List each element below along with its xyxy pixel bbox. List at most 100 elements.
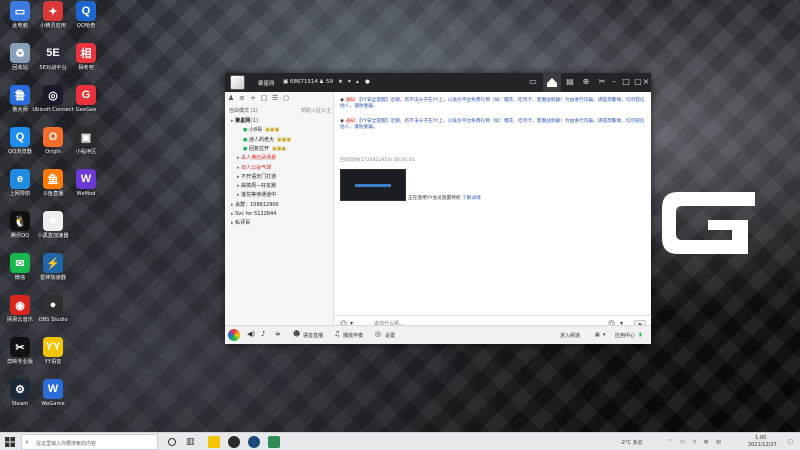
video-icon[interactable]: ▭ (528, 77, 538, 87)
list-icon[interactable]: ☰ (271, 94, 279, 102)
member-icon[interactable]: ♟ (227, 94, 235, 102)
yy-window[interactable]: 聚星网 ▣ 68671514 ♟ 59 ★ ✦ ▴ ● ▭ ▤ ⊕ ✂ – □ … (225, 73, 651, 344)
add-icon[interactable]: + (249, 94, 257, 102)
chart-icon[interactable]: ▤ (565, 77, 575, 87)
cortana-icon[interactable] (168, 438, 176, 446)
host-label[interactable]: 语音直播 (303, 332, 323, 339)
desktop-icon[interactable]: ▣ 小程序区 (68, 127, 104, 156)
star-icon[interactable]: ★ (338, 79, 343, 85)
search-icon[interactable]: ○ (282, 94, 290, 102)
dropdown-caret-icon[interactable]: ▾ (603, 332, 606, 338)
desktop-icon[interactable]: ♻ 回收站 (2, 43, 38, 72)
desktop-icon[interactable]: W WeMod (68, 169, 104, 198)
clock-date[interactable]: 2021/12/27 (748, 442, 777, 448)
yy-taskbar-icon[interactable] (208, 436, 220, 448)
geegee-icon: G (76, 85, 96, 105)
clock-time[interactable]: 1:00 (755, 435, 766, 441)
desktop-icon[interactable]: ✦ 小精灵应用 (35, 1, 71, 30)
tray-app-icon[interactable]: ◍ (704, 439, 708, 445)
desktop-icon[interactable]: ⚙ Steam (2, 379, 38, 408)
desktop-icon[interactable]: ▭ 此电脑 (2, 1, 38, 30)
desktop-icon[interactable]: 5E 5E对战平台 (35, 43, 71, 72)
desktop-icon-label: Steam (11, 401, 29, 407)
apps-label[interactable]: 应用中心 (615, 332, 635, 339)
home-tab[interactable] (543, 73, 561, 92)
desktop-icon[interactable]: ◉ 网易云音乐 (2, 295, 38, 324)
info-icon[interactable]: ● (365, 79, 370, 85)
desktop-icon-label: 剪映专业版 (7, 359, 33, 365)
mode-row[interactable]: 自由模式 (1) 帮助入驻公主 (225, 107, 334, 115)
desktop-icon[interactable]: e 上网导航 (2, 169, 38, 198)
steam-taskbar-icon[interactable] (248, 436, 260, 448)
channel-row[interactable]: ▸ 聚星网(1) (225, 117, 334, 125)
fav-icon[interactable]: ✦ (347, 79, 352, 85)
desktop-icon[interactable]: 相相考吧 (68, 43, 104, 72)
desktop-icon[interactable]: YY YY语音 (35, 337, 71, 366)
channel-row-label: 迷人的老大 (248, 136, 274, 143)
minimize-icon[interactable]: – (609, 77, 619, 87)
desktop-icon-label: 回收站 (12, 65, 28, 71)
video-thumbnail[interactable] (340, 169, 406, 201)
tray-caret-icon[interactable]: ⌃ (668, 439, 672, 445)
speaker-icon[interactable]: ◁ (692, 439, 696, 445)
weather-text[interactable]: -2°C 多云 (620, 439, 643, 446)
network-icon[interactable]: ▭ (680, 439, 685, 445)
yy-titlebar[interactable]: 聚星网 ▣ 68671514 ♟ 59 ★ ✦ ▴ ● ▭ ▤ ⊕ ✂ – □ … (225, 73, 651, 92)
desktop-icon[interactable]: ✉ 微信 (2, 253, 38, 282)
desktop-icon[interactable]: ● OBS Studio (35, 295, 71, 324)
desktop-icon[interactable]: ✂ 剪映专业版 (2, 337, 38, 366)
mic-list-icon[interactable]: ≡ (238, 94, 246, 102)
desktop-icon[interactable]: W WeGame (35, 379, 71, 408)
yy-logo-icon[interactable] (228, 329, 240, 341)
obs-taskbar-icon[interactable] (228, 436, 240, 448)
channel-row[interactable]: ▸ Svc for 5122844 (225, 210, 334, 218)
desktop-icon[interactable]: ■ 小黑盒加速器 (35, 211, 71, 240)
room-avatar[interactable] (230, 75, 245, 90)
notification-icon[interactable]: ▢ (788, 439, 793, 445)
desktop-icon[interactable]: Q QQ哈奇 (68, 1, 104, 30)
desktop-icon[interactable]: ⚡ 雷神加速器 (35, 253, 71, 282)
desktop-icon[interactable]: 🐧 腾讯QQ (2, 211, 38, 240)
task-view-icon[interactable]: ▥ (186, 436, 198, 448)
settings-icon: ◎ (375, 330, 382, 338)
channel-row[interactable]: ▸ 莲花等待通道中 (225, 191, 334, 199)
channel-row-label: 聚星网 (235, 118, 251, 124)
channel-row[interactable]: ▸ 会群：108812900 (225, 201, 334, 209)
room-id-icon: ▣ (283, 79, 289, 85)
settings-label[interactable]: 设置 (385, 332, 395, 339)
channel-row[interactable]: ▸ 私评百 (225, 219, 334, 227)
mic-icon[interactable]: ♪ (261, 330, 265, 338)
bottom-bar: ◀) ♪ ≑ ☻ 语音直播 ♫ 播放伴奏 ◎ 设置 进入频道 ▦ ▾ 应用中心 … (225, 325, 651, 344)
share-icon[interactable]: ▴ (356, 79, 359, 85)
desktop-icon[interactable]: Q QQ浏览器 (2, 127, 38, 156)
ime-indicator[interactable]: 中 (716, 439, 721, 446)
channel-row[interactable]: ▸ 不开语天门打游 (225, 173, 334, 181)
taskbar-search[interactable]: ⌕ 在这里输入你要搜索的内容 (21, 434, 158, 450)
install-link[interactable]: 了解详情 (462, 196, 481, 201)
desktop-icon[interactable]: O Origin (35, 127, 71, 156)
volume-icon[interactable]: ◀) (247, 330, 255, 338)
channel-row[interactable]: ▸ 双人公会气球 (225, 164, 334, 172)
gamepad-icon[interactable]: ⊕ (581, 77, 591, 87)
join-label[interactable]: 进入频道 (560, 332, 580, 339)
broadcast-label[interactable]: 播放伴奏 (343, 332, 363, 339)
chat-icon[interactable]: □ (260, 94, 268, 102)
desktop-icon[interactable]: ◎ Ubisoft Connect (32, 85, 74, 114)
restore-icon[interactable]: □ (621, 77, 631, 87)
channel-row-label: 踩搞周—好友跑 (241, 183, 277, 190)
channel-row[interactable]: ● 小8哥 ▣▣▣ (225, 126, 334, 134)
mixer-icon[interactable]: ≑ (275, 330, 281, 338)
channel-row[interactable]: ▸ 踩搞周—好友跑 (225, 182, 334, 190)
ie-icon: e (10, 169, 30, 189)
channel-row[interactable]: ● 回复拉开 ▣▣▣ (225, 145, 334, 153)
windows-start-icon[interactable] (5, 437, 15, 447)
desktop-icon[interactable]: 鱼斗鱼直播 (35, 169, 71, 198)
close-icon[interactable]: × (641, 77, 651, 87)
channel-row-label: 私评百 (235, 220, 251, 227)
app-taskbar-icon[interactable] (268, 436, 280, 448)
channel-row[interactable]: ● 迷人的老大 ▣▣▣ (225, 136, 334, 144)
g-logo (662, 192, 755, 254)
tools-icon[interactable]: ✂ (597, 77, 607, 87)
channel-row[interactable]: ▸ 夫人满比武场景 (225, 154, 334, 162)
desktop-icon[interactable]: G GeeGee (68, 85, 104, 114)
